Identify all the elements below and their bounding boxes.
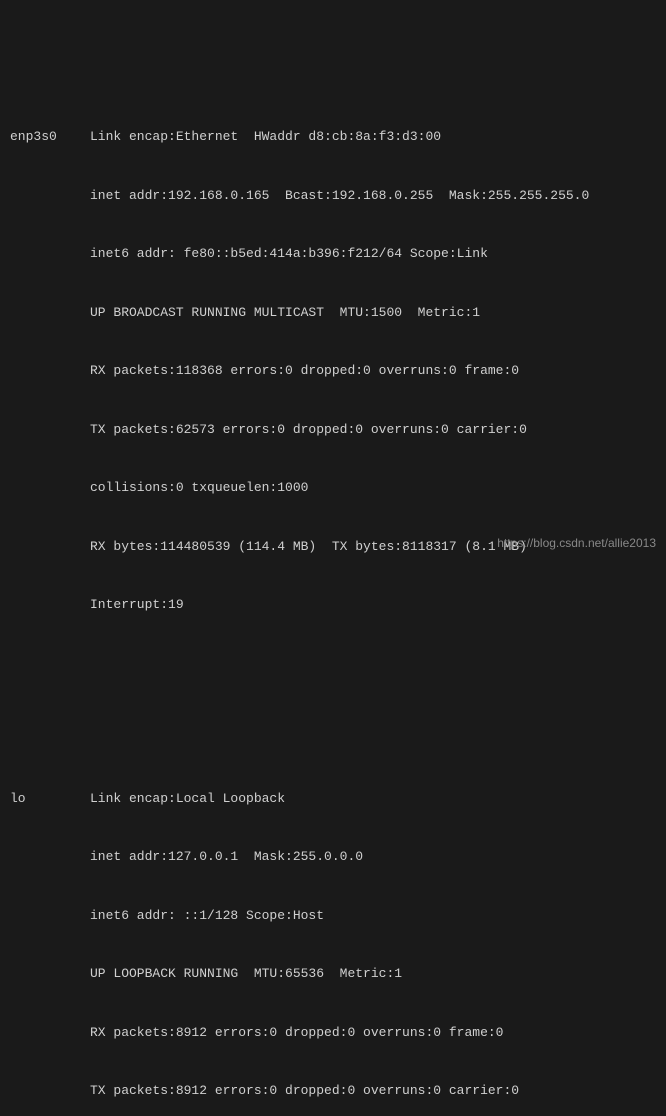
- interface-detail: TX packets:8912 errors:0 dropped:0 overr…: [90, 1081, 656, 1101]
- interface-detail: UP BROADCAST RUNNING MULTICAST MTU:1500 …: [90, 303, 656, 323]
- interface-detail: UP LOOPBACK RUNNING MTU:65536 Metric:1: [90, 964, 656, 984]
- interface-detail: inet addr:127.0.0.1 Mask:255.0.0.0: [90, 847, 656, 867]
- interface-detail: RX packets:118368 errors:0 dropped:0 ove…: [90, 361, 656, 381]
- interface-detail: Interrupt:19: [90, 595, 656, 615]
- interface-enp3s0: enp3s0 Link encap:Ethernet HWaddr d8:cb:…: [10, 88, 656, 654]
- interface-detail: RX packets:8912 errors:0 dropped:0 overr…: [90, 1023, 656, 1043]
- interface-detail: collisions:0 txqueuelen:1000: [90, 478, 656, 498]
- terminal-output: enp3s0 Link encap:Ethernet HWaddr d8:cb:…: [10, 10, 656, 1116]
- interface-detail: TX packets:62573 errors:0 dropped:0 over…: [90, 420, 656, 440]
- interface-detail: inet6 addr: ::1/128 Scope:Host: [90, 906, 656, 926]
- interface-lo: lo Link encap:Local Loopback inet addr:1…: [10, 750, 656, 1116]
- watermark: https://blog.csdn.net/allie2013: [497, 534, 656, 552]
- interface-detail: inet addr:192.168.0.165 Bcast:192.168.0.…: [90, 186, 656, 206]
- interface-detail: inet6 addr: fe80::b5ed:414a:b396:f212/64…: [90, 244, 656, 264]
- interface-name: enp3s0: [10, 127, 90, 147]
- interface-name: lo: [10, 789, 90, 809]
- interface-detail: Link encap:Ethernet HWaddr d8:cb:8a:f3:d…: [90, 127, 656, 147]
- interface-detail: Link encap:Local Loopback: [90, 789, 656, 809]
